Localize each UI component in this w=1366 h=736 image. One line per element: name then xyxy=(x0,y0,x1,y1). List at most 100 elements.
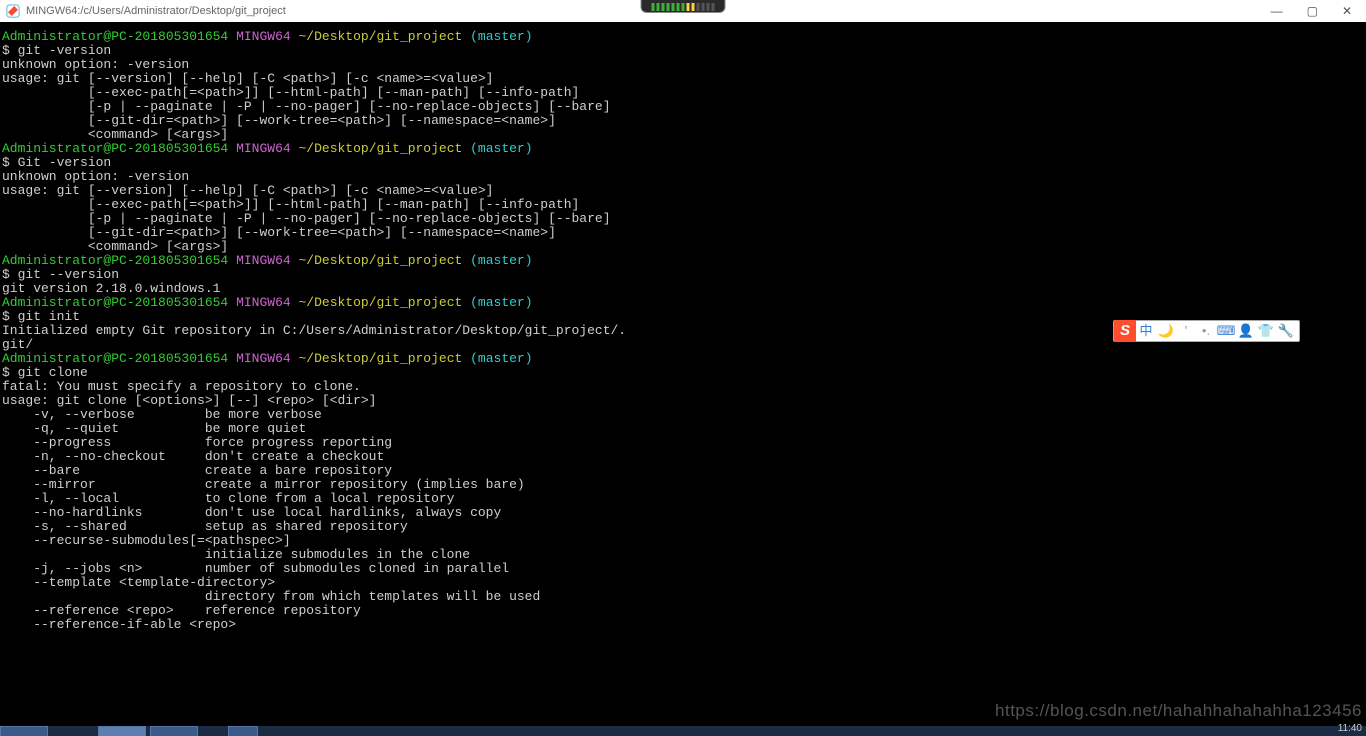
output-line: --no-hardlinks don't use local hardlinks… xyxy=(2,506,1364,520)
output-line: -q, --quiet be more quiet xyxy=(2,422,1364,436)
activity-bar xyxy=(672,3,675,11)
ime-lang-icon[interactable]: 中 xyxy=(1136,321,1156,341)
prompt-line: Administrator@PC-201805301654 MINGW64 ~/… xyxy=(2,30,1364,44)
output-line: initialize submodules in the clone xyxy=(2,548,1364,562)
git-bash-icon xyxy=(6,4,20,18)
output-line: directory from which templates will be u… xyxy=(2,590,1364,604)
maximize-button[interactable]: ▢ xyxy=(1307,4,1318,18)
taskbar-item[interactable] xyxy=(0,726,48,736)
prompt-path: ~/Desktop/git_project xyxy=(298,141,462,156)
activity-bar xyxy=(692,3,695,11)
prompt-branch: (master) xyxy=(470,351,532,366)
output-line: --reference-if-able <repo> xyxy=(2,618,1364,632)
prompt-user: Administrator@PC-201805301654 xyxy=(2,253,228,268)
taskbar-item[interactable] xyxy=(228,726,258,736)
activity-bar xyxy=(652,3,655,11)
output-line: usage: git [--version] [--help] [-C <pat… xyxy=(2,184,1364,198)
activity-bar xyxy=(657,3,660,11)
command-line: $ git -version xyxy=(2,44,1364,58)
prompt-user: Administrator@PC-201805301654 xyxy=(2,29,228,44)
activity-bar xyxy=(687,3,690,11)
activity-bar xyxy=(712,3,715,11)
command-line: $ git clone xyxy=(2,366,1364,380)
prompt-line: Administrator@PC-201805301654 MINGW64 ~/… xyxy=(2,352,1364,366)
titlebar-tab-indicator xyxy=(641,0,726,13)
output-line: -s, --shared setup as shared repository xyxy=(2,520,1364,534)
ime-shirt-icon[interactable]: 👕 xyxy=(1256,321,1276,341)
ime-dot-icon[interactable]: •. xyxy=(1196,321,1216,341)
window-controls: — ▢ ✕ xyxy=(1271,4,1352,18)
output-line: fatal: You must specify a repository to … xyxy=(2,380,1364,394)
prompt-host: MINGW64 xyxy=(236,141,291,156)
prompt-host: MINGW64 xyxy=(236,253,291,268)
activity-bar xyxy=(682,3,685,11)
output-line: git version 2.18.0.windows.1 xyxy=(2,282,1364,296)
prompt-branch: (master) xyxy=(470,141,532,156)
activity-bar xyxy=(677,3,680,11)
output-line: -j, --jobs <n> number of submodules clon… xyxy=(2,562,1364,576)
close-button[interactable]: ✕ xyxy=(1342,4,1352,18)
prompt-host: MINGW64 xyxy=(236,29,291,44)
output-line: <command> [<args>] xyxy=(2,128,1364,142)
minimize-button[interactable]: — xyxy=(1271,4,1283,18)
output-line: <command> [<args>] xyxy=(2,240,1364,254)
output-line: -l, --local to clone from a local reposi… xyxy=(2,492,1364,506)
ime-moon-icon[interactable]: 🌙 xyxy=(1156,321,1176,341)
activity-bar xyxy=(697,3,700,11)
activity-bar xyxy=(667,3,670,11)
activity-bar xyxy=(707,3,710,11)
prompt-user: Administrator@PC-201805301654 xyxy=(2,295,228,310)
command-line: $ git --version xyxy=(2,268,1364,282)
titlebar: MINGW64:/c/Users/Administrator/Desktop/g… xyxy=(0,0,1366,22)
ime-keyboard-icon[interactable]: ⌨ xyxy=(1216,321,1236,341)
ime-toolbar[interactable]: S 中 🌙 ' •. ⌨ 👤 👕 🔧 xyxy=(1113,320,1300,342)
taskbar-item[interactable] xyxy=(98,726,146,736)
prompt-user: Administrator@PC-201805301654 xyxy=(2,351,228,366)
output-line: [--git-dir=<path>] [--work-tree=<path>] … xyxy=(2,226,1364,240)
output-line: [--git-dir=<path>] [--work-tree=<path>] … xyxy=(2,114,1364,128)
output-line: --progress force progress reporting xyxy=(2,436,1364,450)
prompt-path: ~/Desktop/git_project xyxy=(298,295,462,310)
ime-person-icon[interactable]: 👤 xyxy=(1236,321,1256,341)
prompt-path: ~/Desktop/git_project xyxy=(298,29,462,44)
window: MINGW64:/c/Users/Administrator/Desktop/g… xyxy=(0,0,1366,736)
taskbar-item[interactable] xyxy=(150,726,198,736)
ime-logo-icon[interactable]: S xyxy=(1114,320,1136,342)
output-line: --template <template-directory> xyxy=(2,576,1364,590)
output-line: [-p | --paginate | -P | --no-pager] [--n… xyxy=(2,100,1364,114)
output-line: --mirror create a mirror repository (imp… xyxy=(2,478,1364,492)
prompt-branch: (master) xyxy=(470,253,532,268)
output-line: --bare create a bare repository xyxy=(2,464,1364,478)
watermark: https://blog.csdn.net/hahahhahahahha1234… xyxy=(995,704,1362,718)
output-line: usage: git [--version] [--help] [-C <pat… xyxy=(2,72,1364,86)
prompt-line: Administrator@PC-201805301654 MINGW64 ~/… xyxy=(2,142,1364,156)
output-line: [--exec-path[=<path>]] [--html-path] [--… xyxy=(2,198,1364,212)
prompt-line: Administrator@PC-201805301654 MINGW64 ~/… xyxy=(2,296,1364,310)
prompt-host: MINGW64 xyxy=(236,351,291,366)
output-line: unknown option: -version xyxy=(2,58,1364,72)
ime-punct-icon[interactable]: ' xyxy=(1176,321,1196,341)
ime-wrench-icon[interactable]: 🔧 xyxy=(1276,321,1296,341)
window-title: MINGW64:/c/Users/Administrator/Desktop/g… xyxy=(26,5,286,17)
taskbar[interactable]: 11:40 xyxy=(0,726,1366,736)
prompt-branch: (master) xyxy=(470,29,532,44)
activity-bar xyxy=(662,3,665,11)
output-line: unknown option: -version xyxy=(2,170,1364,184)
output-line: [--exec-path[=<path>]] [--html-path] [--… xyxy=(2,86,1364,100)
taskbar-clock: 11:40 xyxy=(1338,723,1362,734)
prompt-line: Administrator@PC-201805301654 MINGW64 ~/… xyxy=(2,254,1364,268)
prompt-host: MINGW64 xyxy=(236,295,291,310)
prompt-path: ~/Desktop/git_project xyxy=(298,351,462,366)
output-line: [-p | --paginate | -P | --no-pager] [--n… xyxy=(2,212,1364,226)
output-line: -n, --no-checkout don't create a checkou… xyxy=(2,450,1364,464)
activity-bar xyxy=(702,3,705,11)
output-line: usage: git clone [<options>] [--] <repo>… xyxy=(2,394,1364,408)
output-line: --recurse-submodules[=<pathspec>] xyxy=(2,534,1364,548)
command-line: $ Git -version xyxy=(2,156,1364,170)
output-line: --reference <repo> reference repository xyxy=(2,604,1364,618)
terminal-area[interactable]: Administrator@PC-201805301654 MINGW64 ~/… xyxy=(0,22,1366,726)
prompt-user: Administrator@PC-201805301654 xyxy=(2,141,228,156)
output-line: -v, --verbose be more verbose xyxy=(2,408,1364,422)
prompt-branch: (master) xyxy=(470,295,532,310)
prompt-path: ~/Desktop/git_project xyxy=(298,253,462,268)
